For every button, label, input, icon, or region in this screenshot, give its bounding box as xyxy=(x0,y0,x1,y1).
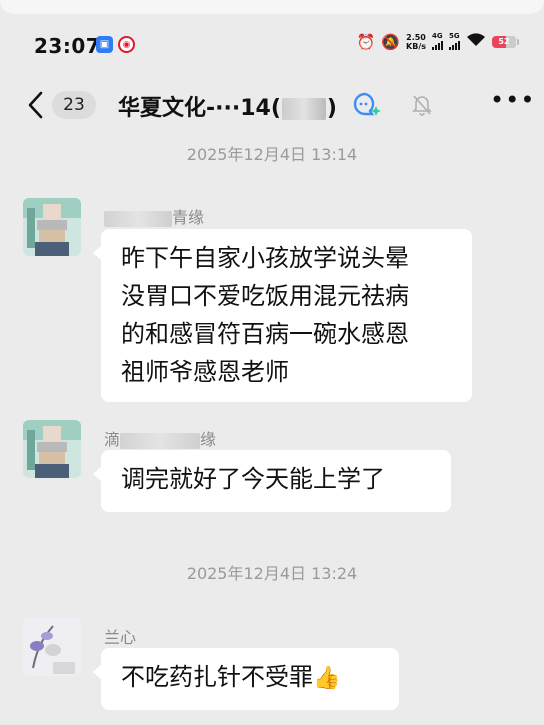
chat-header: 23 华夏文化-···14() ••• xyxy=(0,80,544,130)
notification-icons: ▣ ◉ xyxy=(96,36,135,53)
message-line: 祖师爷感恩老师 xyxy=(121,358,289,386)
sender-name: 青缘 xyxy=(104,204,204,228)
message-text: 调完就好了今天能上学了 xyxy=(121,465,385,493)
ai-assistant-icon[interactable] xyxy=(352,92,382,118)
mute-bell-icon: 🔕 xyxy=(381,32,401,51)
message-app-icon: ▣ xyxy=(96,36,113,53)
clock: 23:07 xyxy=(34,34,101,58)
message-bubble[interactable]: 不吃药扎针不受罪👍 xyxy=(93,648,399,710)
sender-name: 滴缘 xyxy=(104,430,217,449)
weibo-icon: ◉ xyxy=(118,36,135,53)
message-timestamp: 2025年12月4日 13:24 xyxy=(186,564,358,583)
chevron-left-icon[interactable] xyxy=(26,90,44,125)
status-bar: 23:07 ▣ ◉ ⏰ 🔕 2.50 KB/s 4G 5G 52 xyxy=(0,24,544,66)
signal-5g-icon: 5G xyxy=(449,32,460,50)
avatar[interactable] xyxy=(23,420,81,478)
sender-name: 兰心 xyxy=(104,628,137,647)
message-line: 的和感冒符百病一碗水感恩 xyxy=(121,320,409,348)
top-frame xyxy=(0,0,544,14)
message-text: 不吃药扎针不受罪 xyxy=(121,663,313,691)
muted-bell-icon[interactable] xyxy=(412,94,432,116)
avatar[interactable] xyxy=(23,198,81,256)
alarm-icon: ⏰ xyxy=(356,32,376,51)
system-icons: ⏰ 🔕 2.50 KB/s 4G 5G 52 xyxy=(356,32,519,51)
battery-icon: 52 xyxy=(492,35,519,48)
blurred-member-count xyxy=(281,98,326,120)
message-line: 昨下午自家小孩放学说头晕 xyxy=(121,244,409,272)
message-bubble[interactable]: 调完就好了今天能上学了 xyxy=(93,450,451,512)
thumbs-up-icon: 👍 xyxy=(313,666,341,691)
screen: 23:07 ▣ ◉ ⏰ 🔕 2.50 KB/s 4G 5G 52 23 华夏文化… xyxy=(0,0,544,725)
message-timestamp: 2025年12月4日 13:14 xyxy=(186,145,358,164)
signal-4g-icon: 4G xyxy=(432,32,443,50)
more-options-icon[interactable]: ••• xyxy=(490,86,535,114)
message-bubble[interactable]: 昨下午自家小孩放学说头晕 没胃口不爱吃饭用混元祛病 的和感冒符百病一碗水感恩 祖… xyxy=(93,229,472,402)
message-line: 没胃口不爱吃饭用混元祛病 xyxy=(121,282,409,310)
chat-title: 华夏文化-···14() xyxy=(118,96,337,121)
wifi-icon xyxy=(466,32,486,51)
blurred-name xyxy=(104,210,172,227)
avatar[interactable] xyxy=(23,618,81,676)
unread-count-badge[interactable]: 23 xyxy=(52,91,96,119)
network-speed: 2.50 KB/s xyxy=(406,32,426,51)
blurred-name xyxy=(120,432,201,449)
